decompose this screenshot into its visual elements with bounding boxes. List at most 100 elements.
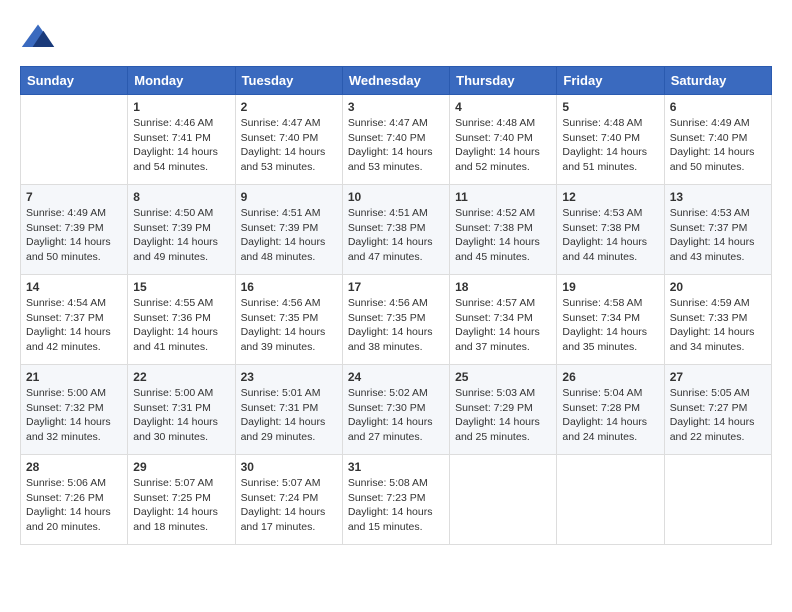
calendar-cell: 14Sunrise: 4:54 AM Sunset: 7:37 PM Dayli… [21, 275, 128, 365]
calendar-cell: 8 Sunrise: 4:50 AM Sunset: 7:39 PM Daylig… [128, 185, 235, 275]
calendar-cell: 4Sunrise: 4:48 AM Sunset: 7:40 PM Daylig… [450, 95, 557, 185]
cell-content: Sunrise: 4:49 AM Sunset: 7:39 PM Dayligh… [26, 206, 122, 265]
day-number: 14 [26, 280, 122, 294]
cell-content: Sunrise: 5:00 AM Sunset: 7:31 PM Dayligh… [133, 386, 229, 445]
cell-content: Sunrise: 4:51 AM Sunset: 7:38 PM Dayligh… [348, 206, 444, 265]
calendar-cell [557, 455, 664, 545]
day-number: 22 [133, 370, 229, 384]
calendar-cell [664, 455, 771, 545]
cell-content: Sunrise: 4:47 AM Sunset: 7:40 PM Dayligh… [241, 116, 337, 175]
calendar-cell: 27 Sunrise: 5:05 AM Sunset: 7:27 PM Dayli… [664, 365, 771, 455]
day-number: 31 [348, 460, 444, 474]
cell-content: Sunrise: 5:00 AM Sunset: 7:32 PM Dayligh… [26, 386, 122, 445]
cell-content: Sunrise: 4:50 AM Sunset: 7:39 PM Dayligh… [133, 206, 229, 265]
page-header [20, 20, 772, 56]
header-row: SundayMondayTuesdayWednesdayThursdayFrid… [21, 67, 772, 95]
calendar-cell: 3Sunrise: 4:47 AM Sunset: 7:40 PM Daylig… [342, 95, 449, 185]
calendar-cell: 9 Sunrise: 4:51 AM Sunset: 7:39 PM Daylig… [235, 185, 342, 275]
calendar-cell: 1 Sunrise: 4:46 AM Sunset: 7:41 PM Daylig… [128, 95, 235, 185]
calendar-cell: 21 Sunrise: 5:00 AM Sunset: 7:32 PM Dayli… [21, 365, 128, 455]
calendar-cell: 10 Sunrise: 4:51 AM Sunset: 7:38 PM Dayli… [342, 185, 449, 275]
day-number: 24 [348, 370, 444, 384]
day-number: 8 [133, 190, 229, 204]
cell-content: Sunrise: 4:58 AM Sunset: 7:34 PM Dayligh… [562, 296, 658, 355]
calendar-cell: 11 Sunrise: 4:52 AM Sunset: 7:38 PM Dayli… [450, 185, 557, 275]
week-row-1: 1 Sunrise: 4:46 AM Sunset: 7:41 PM Daylig… [21, 95, 772, 185]
logo [20, 20, 60, 56]
calendar-cell: 16 Sunrise: 4:56 AM Sunset: 7:35 PM Dayli… [235, 275, 342, 365]
day-number: 28 [26, 460, 122, 474]
week-row-3: 14Sunrise: 4:54 AM Sunset: 7:37 PM Dayli… [21, 275, 772, 365]
calendar-cell: 19 Sunrise: 4:58 AM Sunset: 7:34 PM Dayli… [557, 275, 664, 365]
cell-content: Sunrise: 4:48 AM Sunset: 7:40 PM Dayligh… [562, 116, 658, 175]
week-row-5: 28 Sunrise: 5:06 AM Sunset: 7:26 PM Dayli… [21, 455, 772, 545]
cell-content: Sunrise: 5:02 AM Sunset: 7:30 PM Dayligh… [348, 386, 444, 445]
calendar-cell: 25 Sunrise: 5:03 AM Sunset: 7:29 PM Dayli… [450, 365, 557, 455]
cell-content: Sunrise: 5:05 AM Sunset: 7:27 PM Dayligh… [670, 386, 766, 445]
day-number: 10 [348, 190, 444, 204]
cell-content: Sunrise: 4:56 AM Sunset: 7:35 PM Dayligh… [348, 296, 444, 355]
col-header-wednesday: Wednesday [342, 67, 449, 95]
col-header-thursday: Thursday [450, 67, 557, 95]
day-number: 27 [670, 370, 766, 384]
day-number: 12 [562, 190, 658, 204]
calendar-cell: 7 Sunrise: 4:49 AM Sunset: 7:39 PM Daylig… [21, 185, 128, 275]
day-number: 16 [241, 280, 337, 294]
day-number: 30 [241, 460, 337, 474]
day-number: 9 [241, 190, 337, 204]
day-number: 26 [562, 370, 658, 384]
cell-content: Sunrise: 5:07 AM Sunset: 7:24 PM Dayligh… [241, 476, 337, 535]
calendar-cell: 5Sunrise: 4:48 AM Sunset: 7:40 PM Daylig… [557, 95, 664, 185]
day-number: 1 [133, 100, 229, 114]
calendar-cell [450, 455, 557, 545]
calendar-cell: 28 Sunrise: 5:06 AM Sunset: 7:26 PM Dayli… [21, 455, 128, 545]
cell-content: Sunrise: 4:56 AM Sunset: 7:35 PM Dayligh… [241, 296, 337, 355]
col-header-monday: Monday [128, 67, 235, 95]
cell-content: Sunrise: 4:57 AM Sunset: 7:34 PM Dayligh… [455, 296, 551, 355]
day-number: 19 [562, 280, 658, 294]
logo-icon [20, 20, 56, 56]
day-number: 21 [26, 370, 122, 384]
day-number: 17 [348, 280, 444, 294]
calendar-cell: 13 Sunrise: 4:53 AM Sunset: 7:37 PM Dayli… [664, 185, 771, 275]
day-number: 23 [241, 370, 337, 384]
calendar-cell: 26Sunrise: 5:04 AM Sunset: 7:28 PM Dayli… [557, 365, 664, 455]
day-number: 13 [670, 190, 766, 204]
col-header-friday: Friday [557, 67, 664, 95]
cell-content: Sunrise: 5:08 AM Sunset: 7:23 PM Dayligh… [348, 476, 444, 535]
calendar-cell: 31 Sunrise: 5:08 AM Sunset: 7:23 PM Dayli… [342, 455, 449, 545]
cell-content: Sunrise: 5:01 AM Sunset: 7:31 PM Dayligh… [241, 386, 337, 445]
day-number: 2 [241, 100, 337, 114]
cell-content: Sunrise: 4:52 AM Sunset: 7:38 PM Dayligh… [455, 206, 551, 265]
calendar-cell: 20 Sunrise: 4:59 AM Sunset: 7:33 PM Dayli… [664, 275, 771, 365]
calendar-cell: 23 Sunrise: 5:01 AM Sunset: 7:31 PM Dayli… [235, 365, 342, 455]
cell-content: Sunrise: 4:51 AM Sunset: 7:39 PM Dayligh… [241, 206, 337, 265]
cell-content: Sunrise: 5:06 AM Sunset: 7:26 PM Dayligh… [26, 476, 122, 535]
calendar-table: SundayMondayTuesdayWednesdayThursdayFrid… [20, 66, 772, 545]
cell-content: Sunrise: 4:59 AM Sunset: 7:33 PM Dayligh… [670, 296, 766, 355]
calendar-cell: 18 Sunrise: 4:57 AM Sunset: 7:34 PM Dayli… [450, 275, 557, 365]
calendar-cell [21, 95, 128, 185]
day-number: 7 [26, 190, 122, 204]
cell-content: Sunrise: 5:03 AM Sunset: 7:29 PM Dayligh… [455, 386, 551, 445]
cell-content: Sunrise: 4:46 AM Sunset: 7:41 PM Dayligh… [133, 116, 229, 175]
day-number: 11 [455, 190, 551, 204]
col-header-tuesday: Tuesday [235, 67, 342, 95]
week-row-4: 21 Sunrise: 5:00 AM Sunset: 7:32 PM Dayli… [21, 365, 772, 455]
day-number: 15 [133, 280, 229, 294]
cell-content: Sunrise: 4:53 AM Sunset: 7:37 PM Dayligh… [670, 206, 766, 265]
calendar-cell: 2 Sunrise: 4:47 AM Sunset: 7:40 PM Daylig… [235, 95, 342, 185]
calendar-cell: 15Sunrise: 4:55 AM Sunset: 7:36 PM Dayli… [128, 275, 235, 365]
week-row-2: 7 Sunrise: 4:49 AM Sunset: 7:39 PM Daylig… [21, 185, 772, 275]
cell-content: Sunrise: 4:53 AM Sunset: 7:38 PM Dayligh… [562, 206, 658, 265]
calendar-cell: 29 Sunrise: 5:07 AM Sunset: 7:25 PM Dayli… [128, 455, 235, 545]
cell-content: Sunrise: 5:07 AM Sunset: 7:25 PM Dayligh… [133, 476, 229, 535]
day-number: 25 [455, 370, 551, 384]
day-number: 29 [133, 460, 229, 474]
calendar-cell: 17 Sunrise: 4:56 AM Sunset: 7:35 PM Dayli… [342, 275, 449, 365]
day-number: 18 [455, 280, 551, 294]
cell-content: Sunrise: 4:47 AM Sunset: 7:40 PM Dayligh… [348, 116, 444, 175]
day-number: 20 [670, 280, 766, 294]
cell-content: Sunrise: 4:49 AM Sunset: 7:40 PM Dayligh… [670, 116, 766, 175]
day-number: 6 [670, 100, 766, 114]
